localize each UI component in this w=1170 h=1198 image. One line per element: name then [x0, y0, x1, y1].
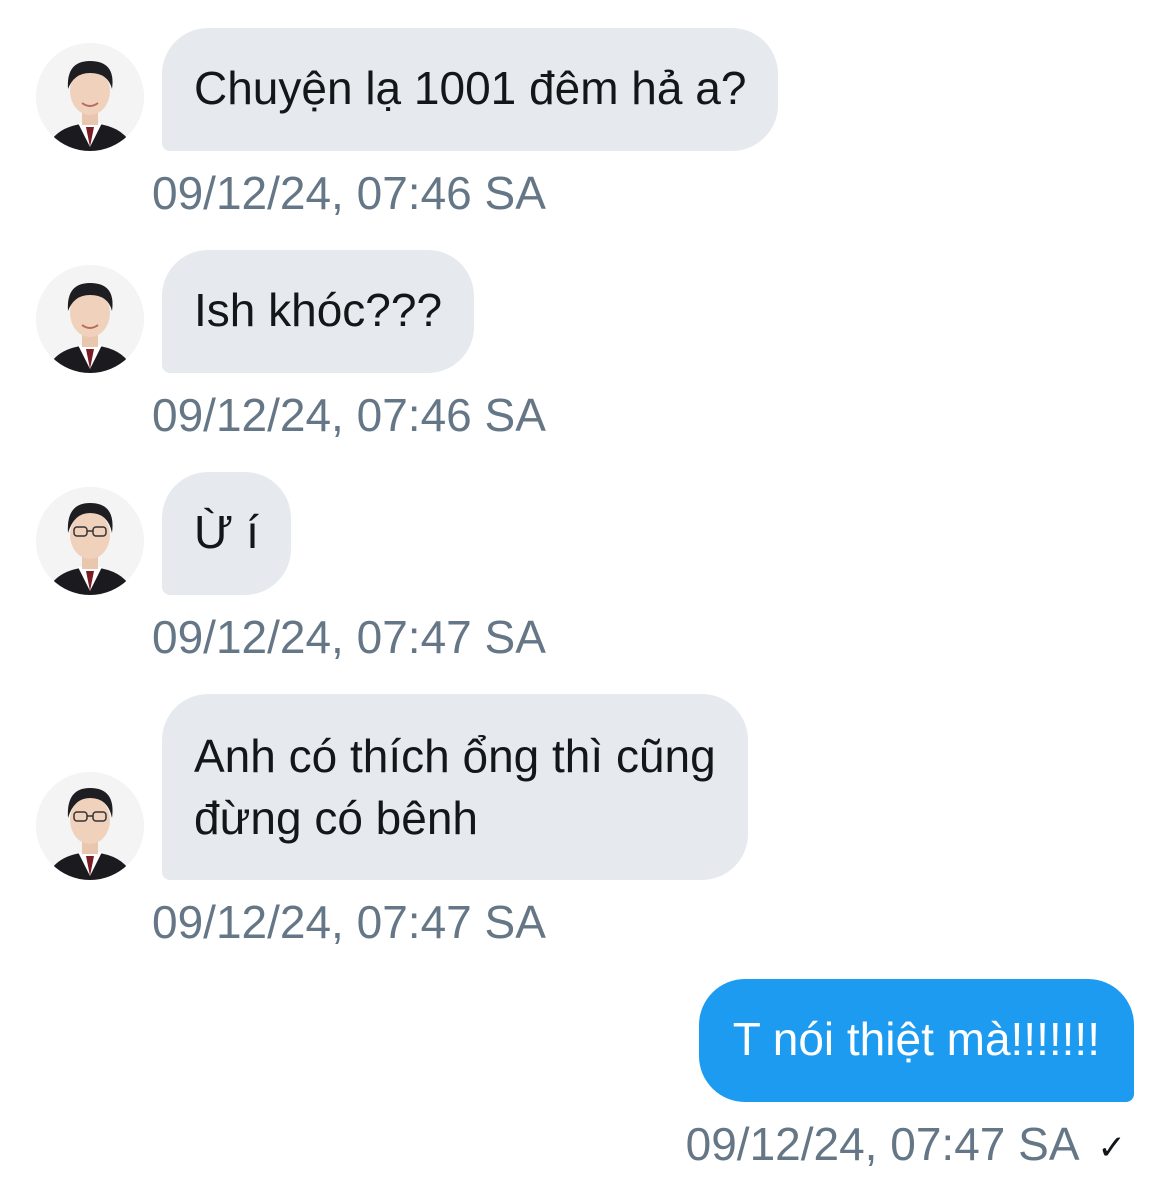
message-bubble[interactable]: Ish khóc???	[162, 250, 475, 373]
message-bubble[interactable]: Anh có thích ổng thì cũng đừng có bênh	[162, 694, 748, 880]
message-timestamp: 09/12/24, 07:46 SA	[152, 389, 546, 441]
message-timestamp: 09/12/24, 07:47 SA	[152, 611, 546, 663]
sender-avatar[interactable]	[36, 43, 144, 151]
avatar-user-a-icon	[36, 43, 144, 151]
message-timestamp: 09/12/24, 07:46 SA	[152, 167, 546, 219]
message-bubble[interactable]: Ừ í	[162, 472, 291, 595]
avatar-user-b-icon	[36, 487, 144, 595]
message-bubble-outgoing[interactable]: T nói thiệt mà!!!!!!!	[698, 979, 1134, 1102]
message-timestamp: 09/12/24, 07:47 SA	[152, 896, 546, 948]
message-timestamp: 09/12/24, 07:47 SA ✓	[686, 1116, 1126, 1176]
sender-avatar[interactable]	[36, 772, 144, 880]
avatar-user-a-icon	[36, 265, 144, 373]
timestamp-text: 09/12/24, 07:47 SA	[685, 1118, 1080, 1170]
message-text-line: Anh có thích ổng thì cũng	[194, 730, 716, 782]
checkmark-icon: ✓	[1097, 1128, 1127, 1167]
sender-avatar[interactable]	[36, 265, 144, 373]
avatar-user-b-icon	[36, 772, 144, 880]
message-text-line: đừng có bênh	[194, 792, 479, 844]
message-bubble[interactable]: Chuyện lạ 1001 đêm hả a?	[162, 28, 779, 151]
sender-avatar[interactable]	[36, 487, 144, 595]
